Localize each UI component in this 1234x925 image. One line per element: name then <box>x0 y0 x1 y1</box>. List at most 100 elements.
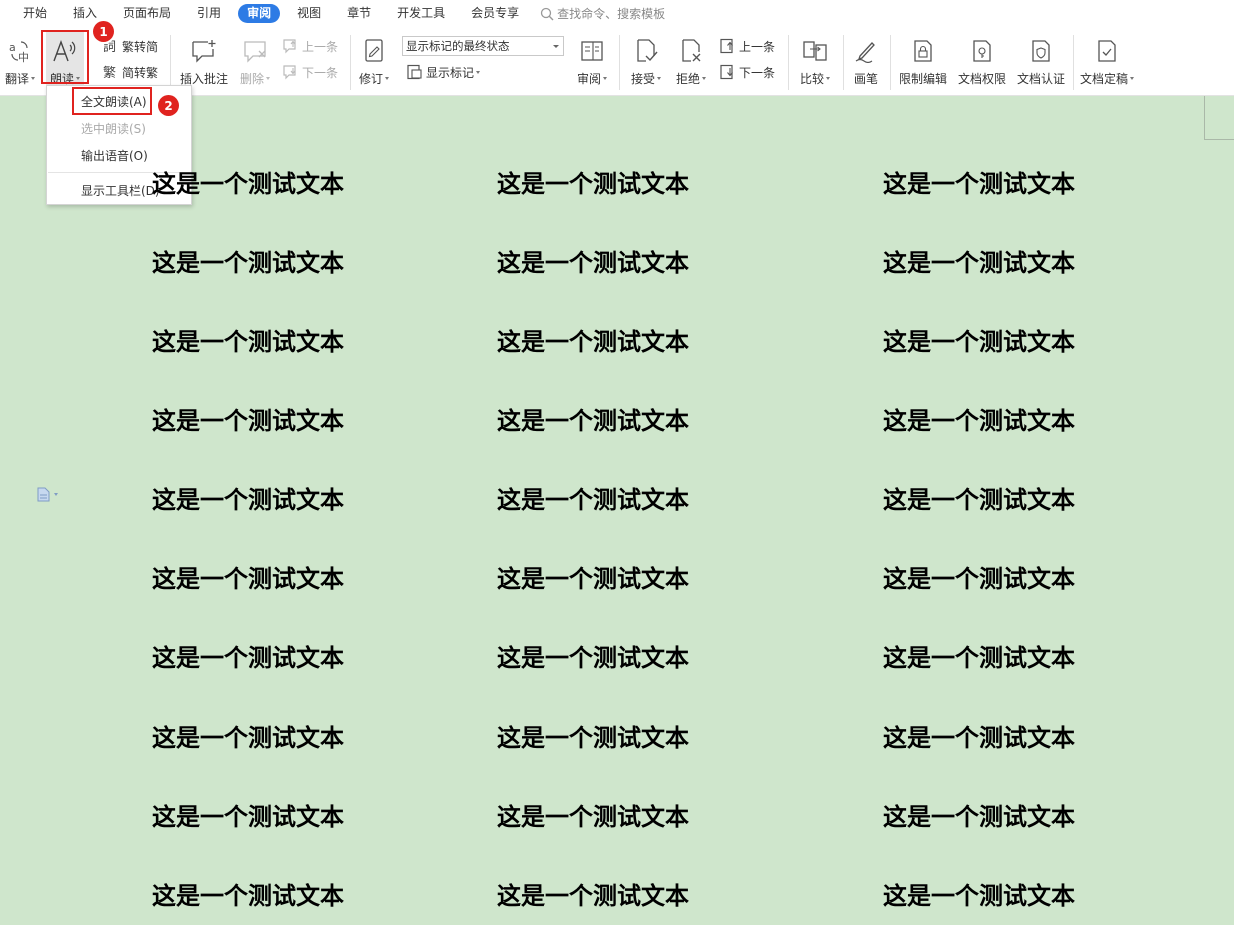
next-change-button[interactable]: 下一条 <box>719 62 775 82</box>
doc-text: 这是一个测试文本 <box>152 407 344 435</box>
finalize-icon <box>1093 36 1121 66</box>
page-corner-mark <box>1204 96 1234 140</box>
next-change-icon <box>720 64 733 80</box>
display-mode-select[interactable]: 显示标记的最终状态 <box>402 36 564 56</box>
doc-text: 这是一个测试文本 <box>152 565 344 593</box>
prev-comment-icon <box>283 39 296 54</box>
highlight-read-all <box>72 87 152 115</box>
menu-item-read-selection[interactable]: 选中朗读(S) <box>81 120 146 137</box>
restrict-editing-label: 限制编辑 <box>898 72 947 86</box>
translate-button[interactable]: a中 翻译 <box>4 27 36 87</box>
reject-button[interactable]: 拒绝 <box>673 27 709 87</box>
next-comment-label: 下一条 <box>302 65 339 80</box>
doc-text: 这是一个测试文本 <box>497 803 689 831</box>
doc-text: 这是一个测试文本 <box>152 328 344 356</box>
compare-button[interactable]: 比较 <box>797 27 833 87</box>
doc-text: 这是一个测试文本 <box>497 249 689 277</box>
compare-label: 比较 <box>799 72 824 86</box>
menu-item-output-speech[interactable]: 输出语音(O) <box>81 147 148 164</box>
doc-text: 这是一个测试文本 <box>883 644 1075 672</box>
trad-to-simp-button[interactable]: 詞 繁转简 <box>103 36 158 56</box>
step-badge-1: 1 <box>93 21 114 42</box>
chevron-down-icon <box>54 493 58 496</box>
menu-item-show-toolbar[interactable]: 显示工具栏(D) <box>81 182 160 199</box>
command-search[interactable]: 查找命令、搜索模板 <box>540 5 665 22</box>
next-comment-button[interactable]: 下一条 <box>282 62 338 82</box>
restrict-editing-button[interactable]: 限制编辑 <box>896 27 950 87</box>
doc-text: 这是一个测试文本 <box>883 328 1075 356</box>
doc-permissions-button[interactable]: 文档权限 <box>956 27 1008 87</box>
tab-review[interactable]: 审阅 <box>238 4 281 23</box>
chevron-down-icon <box>1130 77 1134 80</box>
simp-trad-icon: 繁 <box>103 65 116 80</box>
prev-change-button[interactable]: 上一条 <box>719 36 775 56</box>
track-changes-button[interactable]: 修订 <box>356 27 392 87</box>
trad-to-simp-label: 繁转简 <box>122 39 159 54</box>
translate-icon: a中 <box>6 36 34 66</box>
accept-icon <box>632 36 660 66</box>
doc-text: 这是一个测试文本 <box>152 803 344 831</box>
insert-comment-button[interactable]: 插入批注 <box>178 27 230 87</box>
doc-text: 这是一个测试文本 <box>497 328 689 356</box>
lock-icon <box>909 36 937 66</box>
doc-text: 这是一个测试文本 <box>883 565 1075 593</box>
translate-label: 翻译 <box>4 72 29 86</box>
show-markup-label: 显示标记 <box>426 65 475 80</box>
delete-comment-button[interactable]: 删除 <box>238 27 272 87</box>
ink-label: 画笔 <box>853 72 878 86</box>
tab-chapter[interactable]: 章节 <box>338 4 380 23</box>
svg-text:繁: 繁 <box>103 65 116 80</box>
track-changes-icon <box>360 36 388 66</box>
prev-comment-label: 上一条 <box>302 39 339 54</box>
chevron-down-icon <box>657 77 661 80</box>
chevron-down-icon <box>826 77 830 80</box>
ribbon-divider <box>170 35 171 90</box>
svg-text:a: a <box>9 41 16 54</box>
shield-icon <box>1027 36 1055 66</box>
tab-home[interactable]: 开始 <box>14 4 56 23</box>
doc-text: 这是一个测试文本 <box>497 644 689 672</box>
simp-to-trad-button[interactable]: 繁 简转繁 <box>103 62 158 82</box>
tab-member[interactable]: 会员专享 <box>462 4 528 23</box>
review-pane-button[interactable]: 审阅 <box>574 27 610 87</box>
svg-text:詞: 詞 <box>103 40 116 54</box>
next-change-label: 下一条 <box>739 65 776 80</box>
doc-text: 这是一个测试文本 <box>497 170 689 198</box>
doc-certification-button[interactable]: 文档认证 <box>1015 27 1067 87</box>
accept-label: 接受 <box>630 72 655 86</box>
pen-icon <box>852 36 880 66</box>
doc-permissions-label: 文档权限 <box>957 72 1006 86</box>
permission-icon <box>968 36 996 66</box>
doc-text: 这是一个测试文本 <box>152 882 344 910</box>
chevron-down-icon <box>603 77 607 80</box>
tab-view[interactable]: 视图 <box>288 4 330 23</box>
tab-page-layout[interactable]: 页面布局 <box>114 4 180 23</box>
comment-add-icon <box>190 36 218 66</box>
doc-text: 这是一个测试文本 <box>883 249 1075 277</box>
doc-text: 这是一个测试文本 <box>152 170 344 198</box>
reject-icon <box>677 36 705 66</box>
show-markup-button[interactable]: 显示标记 <box>406 62 481 82</box>
doc-text: 这是一个测试文本 <box>497 407 689 435</box>
doc-certification-label: 文档认证 <box>1016 72 1065 86</box>
reject-label: 拒绝 <box>675 72 700 86</box>
svg-text:中: 中 <box>18 51 29 64</box>
doc-text: 这是一个测试文本 <box>497 882 689 910</box>
paragraph-marker[interactable] <box>37 487 58 502</box>
track-changes-label: 修订 <box>358 72 383 86</box>
step-badge-2: 2 <box>158 95 179 116</box>
comment-delete-icon <box>241 36 269 66</box>
prev-comment-button[interactable]: 上一条 <box>282 36 338 56</box>
doc-text: 这是一个测试文本 <box>883 803 1075 831</box>
chevron-down-icon <box>266 77 270 80</box>
review-pane-icon <box>578 36 606 66</box>
accept-button[interactable]: 接受 <box>628 27 664 87</box>
chevron-down-icon <box>385 77 389 80</box>
doc-finalize-button[interactable]: 文档定稿 <box>1078 27 1136 87</box>
tab-developer[interactable]: 开发工具 <box>388 4 454 23</box>
ink-button[interactable]: 画笔 <box>850 27 882 87</box>
tab-references[interactable]: 引用 <box>188 4 230 23</box>
doc-text: 这是一个测试文本 <box>497 565 689 593</box>
tab-insert[interactable]: 插入 <box>64 4 106 23</box>
ribbon-divider <box>350 35 351 90</box>
